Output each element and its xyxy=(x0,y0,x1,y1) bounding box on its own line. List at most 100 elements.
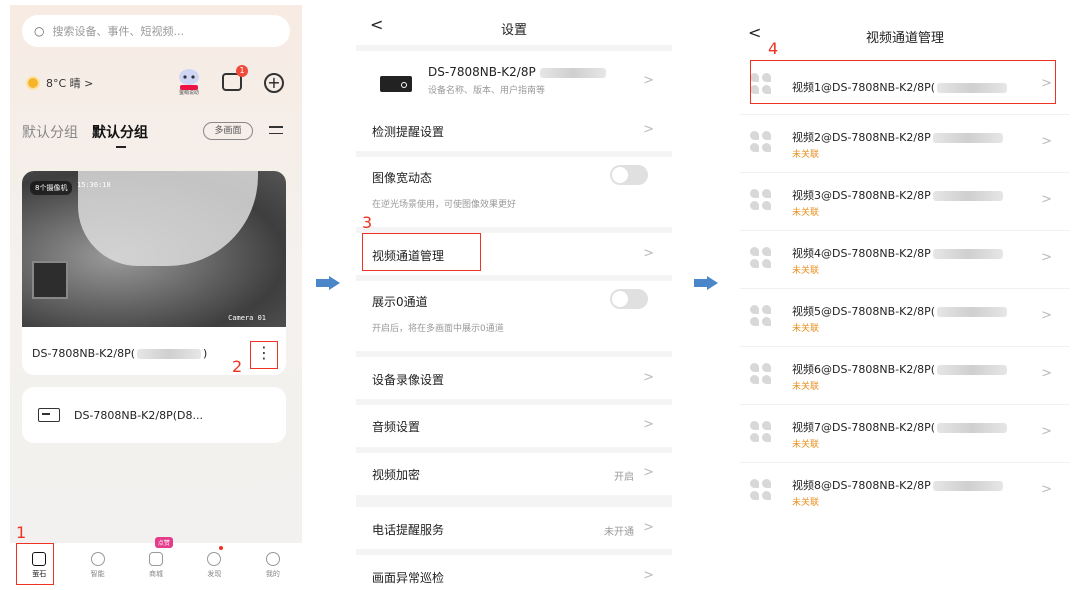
chevron-right-icon: > xyxy=(643,465,654,480)
sun-icon xyxy=(28,78,38,88)
tab-mine[interactable]: 我的 xyxy=(244,543,302,587)
detect-alert-label: 检测提醒设置 xyxy=(372,125,445,139)
message-icon[interactable]: 1 xyxy=(222,65,248,91)
assistant-label: 萤萌说助 xyxy=(178,90,199,96)
arrow-right-icon xyxy=(694,276,718,290)
channel-row-2[interactable]: 视频2@DS-7808NB-K2/8P 未关联 > xyxy=(740,115,1070,173)
smart-icon xyxy=(90,551,105,566)
profile-icon xyxy=(265,551,280,566)
audio-settings-label: 音频设置 xyxy=(372,420,421,434)
channel-row-3[interactable]: 视频3@DS-7808NB-K2/8P 未关联 > xyxy=(740,173,1070,231)
channel-row-4[interactable]: 视频4@DS-7808NB-K2/8P 未关联 > xyxy=(740,231,1070,289)
camera-preview[interactable]: 8个摄像机 15:36:18 Camera 01 xyxy=(22,171,286,327)
arrow-right-icon xyxy=(316,276,340,290)
home-tab-highlight xyxy=(16,543,54,585)
tab-smart[interactable]: 智能 xyxy=(68,543,126,587)
settings-header: < 设置 xyxy=(356,5,672,45)
camera-placeholder-icon xyxy=(750,189,774,213)
channel-row-6[interactable]: 视频6@DS-7808NB-K2/8P( 未关联 > xyxy=(740,347,1070,405)
weather-widget[interactable]: 8°C 晴 > xyxy=(28,75,93,91)
chevron-right-icon: > xyxy=(1041,250,1052,265)
camera-placeholder-icon xyxy=(750,247,774,271)
device-info-desc: 设备名称、版本、用户指南等 xyxy=(428,86,546,96)
channel-1-highlight xyxy=(750,60,1056,104)
channel-name: 视频2@DS-7808NB-K2/8P xyxy=(792,129,1003,145)
phone-alert-value: 未开通 xyxy=(604,527,634,538)
chevron-right-icon: > xyxy=(643,73,654,88)
step-2-label: 2 xyxy=(232,357,243,376)
weather-text: 8°C 晴 > xyxy=(46,77,94,90)
video-encrypt-row[interactable]: 视频加密 开启 > xyxy=(356,453,672,495)
tab-mine-label: 我的 xyxy=(265,569,280,578)
detect-alert-row[interactable]: 检测提醒设置 > xyxy=(356,109,672,151)
search-icon: ○ xyxy=(34,24,45,38)
group-tabs: 默认分组 默认分组 xyxy=(22,122,148,148)
audio-settings-row[interactable]: 音频设置 > xyxy=(356,405,672,447)
chevron-right-icon: > xyxy=(1041,192,1052,207)
chevron-right-icon: > xyxy=(1041,424,1052,439)
camera-placeholder-icon xyxy=(750,421,774,445)
channel-management-screen: < 视频通道管理 4 视频1@DS-7808NB-K2/8P( > 视频2@DS… xyxy=(740,5,1070,525)
wdr-label: 图像宽动态 xyxy=(372,171,433,185)
wdr-toggle[interactable] xyxy=(610,165,648,185)
camera-card-name: DS-7808NB-K2/8P() xyxy=(32,347,207,360)
page-title: 视频通道管理 xyxy=(865,31,944,46)
group-tab-active[interactable]: 默认分组 xyxy=(92,122,148,148)
tab-discover-label: 发现 xyxy=(207,569,222,578)
show-zero-channel-toggle[interactable] xyxy=(610,289,648,309)
multi-screen-button[interactable]: 多画面 xyxy=(203,122,253,140)
camera-placeholder-icon xyxy=(750,363,774,387)
chevron-right-icon: > xyxy=(1041,482,1052,497)
step-1-label: 1 xyxy=(16,523,27,542)
image-patrol-row[interactable]: 画面异常巡检 > xyxy=(356,555,672,587)
mall-icon xyxy=(149,551,164,566)
wdr-row: 图像宽动态 在逆光场景使用，可使图像效果更好 xyxy=(356,157,672,227)
channel-status: 未关联 xyxy=(792,382,820,392)
channel-row-5[interactable]: 视频5@DS-7808NB-K2/8P( 未关联 > xyxy=(740,289,1070,347)
chevron-right-icon: > xyxy=(1041,308,1052,323)
channel-row-8[interactable]: 视频8@DS-7808NB-K2/8P 未关联 > xyxy=(740,463,1070,521)
search-bar[interactable]: ○ 搜索设备、事件、短视频... xyxy=(22,15,290,47)
list-menu-icon[interactable] xyxy=(269,126,283,139)
channel-management-highlight xyxy=(362,233,481,271)
chevron-right-icon: > xyxy=(1041,134,1052,149)
device-name-suffix: ) xyxy=(203,347,208,360)
device-model-label: DS-7808NB-K2/8P xyxy=(428,65,606,79)
page-title: 设置 xyxy=(500,23,527,38)
phone-alert-row[interactable]: 电话提醒服务 未开通 > xyxy=(356,507,672,549)
channel-status: 未关联 xyxy=(792,150,820,160)
tab-mall-label: 商城 xyxy=(149,569,164,578)
channel-name: 视频5@DS-7808NB-K2/8P( xyxy=(792,303,1007,319)
home-screen: ○ 搜索设备、事件、短视频... 8°C 晴 > 萤萌说助 1 + 默认分组 默… xyxy=(10,5,302,587)
channel-name: 视频4@DS-7808NB-K2/8P xyxy=(792,245,1003,261)
tab-mall[interactable]: 点赞 商城 xyxy=(127,537,185,587)
hot-badge: 点赞 xyxy=(154,537,173,548)
group-tab-default[interactable]: 默认分组 xyxy=(22,122,78,142)
camera-placeholder-icon xyxy=(750,131,774,155)
tab-smart-label: 智能 xyxy=(90,569,105,578)
record-settings-row[interactable]: 设备录像设置 > xyxy=(356,357,672,399)
record-settings-label: 设备录像设置 xyxy=(372,373,445,387)
nvr-icon xyxy=(38,408,60,422)
more-options-button[interactable]: ⋮ xyxy=(250,341,278,369)
channel-name: 视频7@DS-7808NB-K2/8P( xyxy=(792,419,1007,435)
video-encrypt-label: 视频加密 xyxy=(372,468,421,482)
device-name: DS-7808NB-K2/8P( xyxy=(32,347,136,360)
channel-status: 未关联 xyxy=(792,266,820,276)
step-4-label: 4 xyxy=(768,39,779,58)
compass-icon xyxy=(207,551,222,566)
assistant-icon[interactable]: 萤萌说助 xyxy=(175,67,203,97)
chevron-right-icon: > xyxy=(643,520,654,535)
tab-discover[interactable]: 发现 xyxy=(185,543,243,587)
camera-card[interactable]: 8个摄像机 15:36:18 Camera 01 DS-7808NB-K2/8P… xyxy=(22,171,286,375)
redacted-text xyxy=(137,349,202,359)
settings-screen: < 设置 DS-7808NB-K2/8P 设备名称、版本、用户指南等 > 检测提… xyxy=(356,5,672,587)
camera-placeholder-icon xyxy=(750,479,774,503)
add-device-icon[interactable]: + xyxy=(264,73,284,93)
notification-dot xyxy=(219,546,224,550)
device-info-row[interactable]: DS-7808NB-K2/8P 设备名称、版本、用户指南等 > xyxy=(356,51,672,113)
camera-count-tag: 8个摄像机 xyxy=(30,181,73,195)
device-card[interactable]: DS-7808NB-K2/8P(D8... xyxy=(22,387,286,443)
channel-status: 未关联 xyxy=(792,324,820,334)
channel-row-7[interactable]: 视频7@DS-7808NB-K2/8P( 未关联 > xyxy=(740,405,1070,463)
